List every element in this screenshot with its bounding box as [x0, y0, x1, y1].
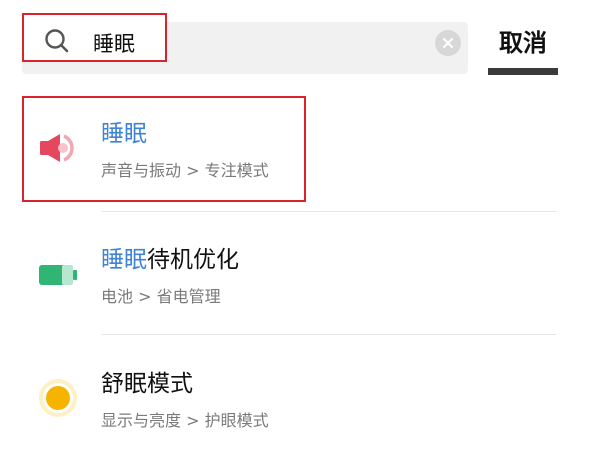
result-title: 睡眠待机优化	[101, 240, 239, 274]
cancel-underline	[488, 68, 558, 75]
eye-comfort-icon	[39, 379, 77, 417]
result-title: 睡眠	[101, 114, 147, 148]
result-path: 显示与亮度 > 护眼模式	[101, 411, 269, 430]
search-icon	[45, 29, 69, 53]
result-path: 电池 > 省电管理	[101, 287, 221, 306]
result-title-highlight: 睡眠	[101, 247, 147, 273]
result-title: 舒眠模式	[101, 364, 193, 398]
result-divider	[102, 334, 556, 335]
close-icon	[443, 38, 453, 48]
search-result-standby-optimization[interactable]: 睡眠待机优化 电池 > 省电管理	[22, 218, 556, 330]
search-input[interactable]	[93, 29, 163, 57]
result-title-rest: 舒眠模式	[101, 371, 193, 397]
battery-icon	[39, 265, 77, 285]
result-path: 声音与振动 > 专注模式	[101, 161, 269, 180]
search-page: 取消 睡眠 声音与振动 > 专注模式 睡眠待机优化 电池 > 省电管理 舒眠模式	[0, 0, 600, 470]
result-divider	[102, 211, 556, 212]
search-result-comfort-mode[interactable]: 舒眠模式 显示与亮度 > 护眼模式	[22, 342, 556, 454]
search-result-focus-mode[interactable]: 睡眠 声音与振动 > 专注模式	[22, 92, 556, 204]
clear-search-button[interactable]	[435, 30, 461, 56]
cancel-button[interactable]: 取消	[488, 22, 558, 64]
speaker-icon	[40, 134, 74, 162]
result-title-highlight: 睡眠	[101, 121, 147, 147]
result-title-rest: 待机优化	[147, 247, 239, 273]
